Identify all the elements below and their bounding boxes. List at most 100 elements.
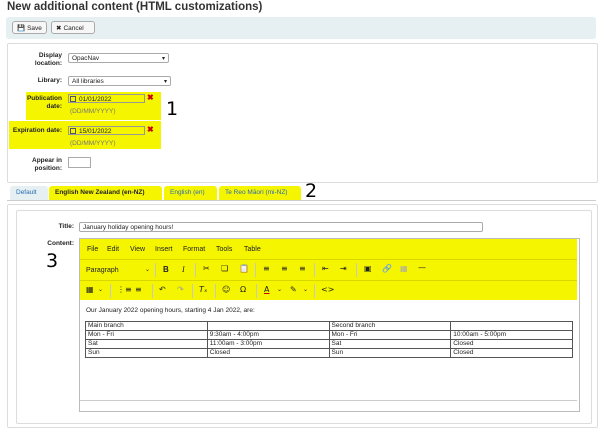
toolbar-separator [255,263,256,277]
highlight-icon[interactable]: ✎ [290,285,297,294]
tab-english-new-zealand[interactable]: English New Zealand (en-NZ) [49,186,162,200]
undo-icon[interactable]: ↶ [159,285,166,294]
tab-te-reo-maori[interactable]: Te Reo Māori (mi-NZ) [219,186,301,200]
code-icon[interactable]: <> [321,285,334,294]
table-cell[interactable] [450,321,573,331]
italic-icon[interactable]: I [182,265,185,274]
expiration-date-input[interactable]: 15/01/2022 [68,126,145,135]
tab-default[interactable]: Default [10,186,48,200]
page-title: New additional content (HTML customizati… [7,1,263,13]
tab-te-reo-maori-label: Te Reo Māori (mi-NZ) [225,189,288,196]
clear-format-icon[interactable]: Tₓ [199,285,207,294]
tab-english[interactable]: English (en) [164,186,217,200]
opening-hours-table[interactable]: Main branch Second branch Mon - Fri 9:30… [85,321,573,358]
toolbar-separator [192,284,193,298]
toolbar-separator [314,284,315,298]
menu-view[interactable]: View [130,246,145,253]
table-cell[interactable]: Sun [85,348,208,358]
library-value: All libraries [72,78,104,85]
annotation-number-2: 2 [305,180,318,202]
toolbar-separator [195,263,196,277]
save-button[interactable]: 💾 Save [12,21,47,34]
table-cell[interactable]: Closed [206,348,330,358]
annotation-number-1: 1 [166,98,179,120]
numbered-list-icon[interactable]: ≡ [135,285,142,294]
emoji-icon[interactable]: ☺ [222,285,230,294]
title-value: January holiday opening hours! [83,224,174,231]
table-cell[interactable]: 11:00am - 3:00pm [206,339,330,349]
save-icon: 💾 [17,25,26,32]
clear-icon[interactable]: ✖ [147,125,154,134]
toolbar-separator [152,284,153,298]
paragraph-format-select[interactable]: Paragraph ⌄ [86,265,150,276]
table-cell[interactable] [206,321,330,331]
table-icon[interactable]: ▦ [86,285,94,294]
calendar-icon [70,96,76,102]
chevron-down-icon[interactable]: ⌄ [98,286,103,293]
editor-statusbar [80,400,577,401]
bold-icon[interactable]: B [163,265,169,274]
table-cell[interactable]: 9:30am - 4:00pm [206,330,330,340]
table-cell[interactable]: Sun [328,348,452,358]
publication-date-label: Publication date: [26,95,62,110]
table-cell[interactable]: Mon - Fri [85,330,208,340]
table-cell[interactable]: Closed [450,348,573,358]
tabs-divider [7,200,596,201]
calendar-icon [70,128,76,134]
toolbar-separator [356,263,357,277]
cancel-button[interactable]: ✖ Cancel [51,21,95,34]
clear-icon[interactable]: ✖ [147,93,154,102]
display-location-value: OpacNav [72,55,100,62]
table-cell[interactable]: Second branch [328,321,452,331]
toolbar-separator [110,284,111,298]
display-location-select[interactable]: OpacNav ▾ [68,53,169,63]
omega-icon[interactable]: Ω [240,285,246,294]
copy-icon[interactable]: ❏ [221,264,228,273]
outdent-icon[interactable]: ⇤ [322,264,329,273]
table-cell[interactable]: 10:00am - 5:00pm [450,330,573,340]
table-cell[interactable]: Main branch [85,321,208,331]
hr-icon[interactable]: — [418,263,426,272]
library-select[interactable]: All libraries ▾ [68,76,171,86]
image-icon[interactable]: ▣ [364,264,372,273]
chevron-down-icon[interactable]: ⌄ [277,286,282,293]
align-center-icon[interactable]: ≡ [281,264,288,273]
title-input[interactable]: January holiday opening hours! [79,222,483,232]
library-label: Library: [37,77,62,84]
chevron-down-icon: ▾ [163,79,167,85]
toolbar-separator [155,263,156,277]
table-cell[interactable]: Closed [450,339,573,349]
table-cell[interactable]: Sat [85,339,208,349]
menu-table[interactable]: Table [244,246,261,253]
table-cell[interactable]: Sat [328,339,452,349]
chevron-down-icon: ⌄ [144,267,150,273]
chevron-down-icon[interactable]: ⌄ [303,286,308,293]
redo-icon[interactable]: ↷ [177,285,184,294]
menu-file[interactable]: File [87,246,98,253]
expiration-date-hint: (DD/MM/YYYY) [70,140,116,147]
paste-icon[interactable]: 📋 [239,264,249,273]
menu-edit[interactable]: Edit [107,246,119,253]
link-icon[interactable]: 🔗 [382,264,392,273]
bullet-list-icon[interactable]: ⋮≡ [117,285,132,294]
align-left-icon[interactable]: ≡ [263,264,270,273]
annotation-number-3: 3 [46,250,59,272]
align-right-icon[interactable]: ≡ [299,264,306,273]
paragraph-format-value: Paragraph [86,267,119,274]
table-cell[interactable]: Mon - Fri [328,330,452,340]
cut-icon[interactable]: ✂ [203,264,210,273]
title-label: Title: [58,223,74,230]
menu-format[interactable]: Format [183,246,205,253]
unlink-icon[interactable]: ▦ [400,264,408,273]
appear-in-position-input[interactable] [68,157,91,168]
publication-date-value: 01/01/2022 [79,96,112,103]
editor-intro-text[interactable]: Our January 2022 opening hours, starting… [86,307,255,314]
menu-tools[interactable]: Tools [216,246,232,253]
cancel-label: Cancel [63,25,84,32]
tab-english-new-zealand-label: English New Zealand (en-NZ) [55,189,145,196]
publication-date-input[interactable]: 01/01/2022 [68,94,145,103]
indent-icon[interactable]: ⇥ [340,264,347,273]
toolbar-separator [314,263,315,277]
menu-insert[interactable]: Insert [155,246,173,253]
text-color-icon[interactable]: A [264,285,269,294]
